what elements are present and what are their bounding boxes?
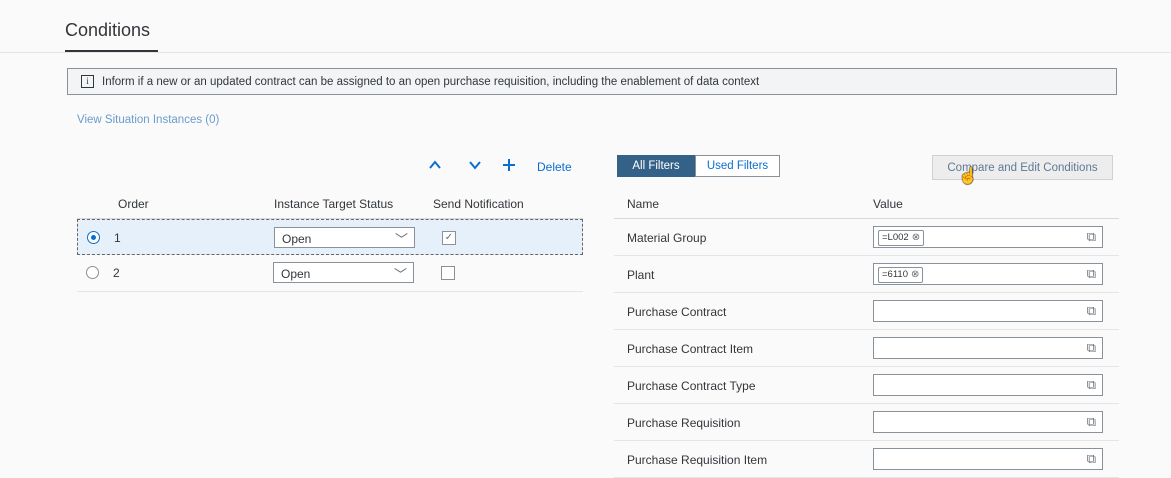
info-icon: i [81, 75, 94, 88]
column-header-name: Name [627, 197, 660, 211]
value-input[interactable]: =6110 ⊗ ⧉ [873, 263, 1103, 285]
filter-table: Name Value Material Group =L002 ⊗ ⧉ Plant… [614, 188, 1119, 478]
table-row[interactable]: 1 Open ﹀ ✓ [77, 219, 583, 255]
delete-button[interactable]: Delete [537, 160, 572, 174]
chevron-up-icon[interactable] [426, 158, 444, 177]
section-title: Conditions [65, 20, 151, 40]
table-row: Purchase Contract ⧉ [614, 293, 1119, 330]
value-input[interactable]: ⧉ [873, 337, 1103, 359]
order-value: 1 [114, 231, 121, 245]
filter-name: Purchase Requisition [627, 416, 741, 430]
value-help-icon[interactable]: ⧉ [1087, 229, 1096, 245]
status-select-value: Open [282, 232, 312, 246]
column-header-value: Value [873, 197, 903, 211]
status-select[interactable]: Open ﹀ [273, 262, 414, 283]
remove-token-icon[interactable]: ⊗ [912, 232, 920, 243]
table-header: Order Instance Target Status Send Notifi… [77, 188, 583, 219]
value-input[interactable]: ⧉ [873, 411, 1103, 433]
column-header-notification: Send Notification [433, 197, 524, 211]
value-help-icon[interactable]: ⧉ [1087, 377, 1096, 393]
view-situation-instances-link[interactable]: View Situation Instances (0) [77, 114, 219, 126]
value-token[interactable]: =6110 ⊗ [878, 267, 924, 283]
table-row: Material Group =L002 ⊗ ⧉ [614, 219, 1119, 256]
table-row: Purchase Contract Type ⧉ [614, 367, 1119, 404]
order-value: 2 [113, 266, 120, 280]
value-help-icon[interactable]: ⧉ [1087, 266, 1096, 282]
value-input[interactable]: ⧉ [873, 448, 1103, 470]
value-token[interactable]: =L002 ⊗ [878, 230, 925, 246]
value-help-icon[interactable]: ⧉ [1087, 340, 1096, 356]
info-strip: i Inform if a new or an updated contract… [67, 68, 1117, 95]
filter-name: Material Group [627, 231, 707, 245]
row-select-radio[interactable] [86, 266, 99, 279]
table-row[interactable]: 2 Open ﹀ [77, 255, 583, 292]
table-row: Purchase Requisition ⧉ [614, 404, 1119, 441]
column-header-status: Instance Target Status [274, 197, 394, 211]
value-input[interactable]: ⧉ [873, 300, 1103, 322]
chevron-down-icon: ﹀ [393, 267, 407, 282]
chevron-down-icon[interactable] [466, 158, 484, 177]
value-help-icon[interactable]: ⧉ [1087, 414, 1096, 430]
all-filters-tab[interactable]: All Filters [617, 155, 695, 177]
value-input[interactable]: =L002 ⊗ ⧉ [873, 226, 1103, 248]
row-select-radio[interactable] [87, 231, 100, 244]
column-header-order: Order [118, 197, 149, 211]
value-input[interactable]: ⧉ [873, 374, 1103, 396]
filter-name: Purchase Contract Type [627, 379, 756, 393]
section-title-underline [65, 50, 158, 52]
status-select[interactable]: Open ﹀ [274, 227, 415, 248]
filter-name: Purchase Contract [627, 305, 727, 319]
conditions-table: Order Instance Target Status Send Notifi… [77, 188, 583, 292]
table-row: Purchase Contract Item ⧉ [614, 330, 1119, 367]
hand-cursor-icon: ☝ [958, 168, 978, 185]
send-notification-checkbox[interactable]: ✓ [442, 231, 456, 245]
plus-icon[interactable] [500, 158, 518, 177]
info-text: Inform if a new or an updated contract c… [102, 75, 760, 88]
section-header [0, 0, 1171, 53]
status-select-value: Open [281, 267, 311, 281]
filter-name: Purchase Contract Item [627, 342, 754, 356]
table-row: Purchase Requisition Item ⧉ [614, 441, 1119, 478]
used-filters-tab[interactable]: Used Filters [695, 155, 780, 177]
remove-token-icon[interactable]: ⊗ [911, 269, 919, 280]
table-header: Name Value [614, 188, 1119, 219]
send-notification-checkbox[interactable] [441, 266, 455, 280]
value-help-icon[interactable]: ⧉ [1087, 303, 1096, 319]
table-row: Plant =6110 ⊗ ⧉ [614, 256, 1119, 293]
filter-name: Plant [627, 268, 655, 282]
chevron-down-icon: ﹀ [394, 232, 408, 247]
